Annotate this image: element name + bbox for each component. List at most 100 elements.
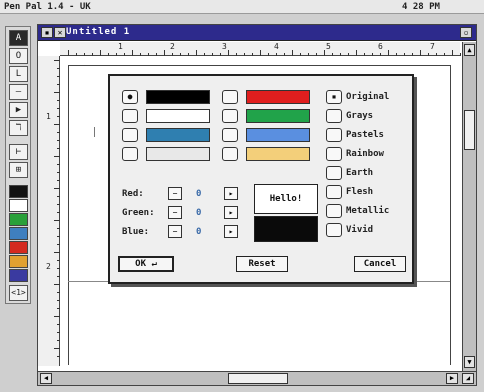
text-preview: Hello! bbox=[254, 184, 318, 214]
vertical-scrollbar[interactable]: ▲ ▼ bbox=[462, 42, 476, 372]
palette-option-radio-rainbow[interactable] bbox=[326, 147, 342, 161]
scroll-up-icon[interactable]: ▲ bbox=[464, 44, 475, 56]
color-swatch[interactable] bbox=[146, 128, 210, 142]
palette-option-radio-pastels[interactable] bbox=[326, 128, 342, 142]
ruler-tick bbox=[57, 236, 60, 237]
palette-color-green[interactable] bbox=[9, 213, 28, 226]
ruler-number: 2 bbox=[46, 262, 51, 271]
ruler-tick bbox=[164, 50, 165, 56]
palette-option-label: Pastels bbox=[346, 130, 384, 140]
ruler-tick bbox=[54, 316, 60, 317]
resize-icon[interactable]: ◢ bbox=[462, 373, 474, 384]
rule-tool[interactable]: — bbox=[9, 84, 28, 100]
page-number-indicator[interactable]: <1> bbox=[9, 285, 28, 301]
color-select-checkbox[interactable] bbox=[122, 128, 138, 142]
color-swatch[interactable] bbox=[146, 90, 210, 104]
palette-option-radio-vivid[interactable] bbox=[326, 223, 342, 237]
palette-option-radio-metallic[interactable] bbox=[326, 204, 342, 218]
line-tool[interactable]: L bbox=[9, 66, 28, 82]
ruler-tick bbox=[57, 84, 60, 85]
ruler-tick bbox=[57, 116, 60, 117]
green-increase-button[interactable]: ▸ bbox=[224, 206, 238, 219]
grid-tool[interactable]: ⊞ bbox=[9, 162, 28, 178]
palette-color-orange[interactable] bbox=[9, 255, 28, 268]
ruler-tick bbox=[308, 53, 309, 56]
scroll-down-icon[interactable]: ▼ bbox=[464, 356, 475, 368]
ruler-tick bbox=[92, 53, 93, 56]
ruler-tick bbox=[57, 332, 60, 333]
palette-color-indigo[interactable] bbox=[9, 269, 28, 282]
ruler-tick bbox=[340, 53, 341, 56]
ruler-tick bbox=[54, 348, 60, 349]
color-select-checkbox[interactable]: ● bbox=[122, 90, 138, 104]
ruler-tick bbox=[68, 50, 69, 56]
color-swatch[interactable] bbox=[246, 90, 310, 104]
palette-option-radio-original[interactable]: ▪ bbox=[326, 90, 342, 104]
scroll-left-icon[interactable]: ◀ bbox=[40, 373, 52, 384]
ruler-tick bbox=[244, 53, 245, 56]
frame-tool[interactable]: ℸ bbox=[9, 120, 28, 136]
palette-color-red[interactable] bbox=[9, 241, 28, 254]
color-swatch[interactable] bbox=[246, 147, 310, 161]
palette-color-black[interactable] bbox=[9, 185, 28, 198]
color-select-checkbox[interactable] bbox=[222, 90, 238, 104]
ruler-tick bbox=[76, 53, 77, 56]
horizontal-scroll-thumb[interactable] bbox=[228, 373, 288, 384]
palette-color-white[interactable] bbox=[9, 199, 28, 212]
blue-decrease-button[interactable]: − bbox=[168, 225, 182, 238]
palette-option-radio-flesh[interactable] bbox=[326, 185, 342, 199]
back-icon[interactable]: ▪ bbox=[41, 27, 53, 38]
color-select-checkbox[interactable] bbox=[222, 147, 238, 161]
ruler-tick bbox=[54, 220, 60, 221]
close-icon[interactable]: ✕ bbox=[54, 27, 66, 38]
ruler-tick bbox=[156, 53, 157, 56]
palette-option-label: Flesh bbox=[346, 187, 374, 197]
red-value: 0 bbox=[196, 189, 202, 199]
color-select-checkbox[interactable] bbox=[222, 109, 238, 123]
cancel-button[interactable]: Cancel bbox=[354, 256, 406, 272]
ruler-tick bbox=[420, 50, 421, 56]
title-bar[interactable]: ▪ ✕ Untitled 1 ▫ bbox=[38, 25, 476, 41]
palette-option-radio-earth[interactable] bbox=[326, 166, 342, 180]
oval-tool[interactable]: O bbox=[9, 48, 28, 64]
horizontal-scrollbar[interactable]: ◀ ▶ ◢ bbox=[38, 371, 476, 385]
color-swatch[interactable] bbox=[246, 109, 310, 123]
blue-increase-button[interactable]: ▸ bbox=[224, 225, 238, 238]
app-title: Pen Pal 1.4 - UK bbox=[4, 2, 91, 12]
ruler-number: 7 bbox=[430, 42, 435, 51]
ruler-tick bbox=[212, 53, 213, 56]
reset-button[interactable]: Reset bbox=[236, 256, 288, 272]
ruler-tick bbox=[54, 156, 60, 157]
red-decrease-button[interactable]: − bbox=[168, 187, 182, 200]
blue-value: 0 bbox=[196, 227, 202, 237]
ok-button[interactable]: OK ↵ bbox=[118, 256, 174, 272]
color-swatch[interactable] bbox=[146, 147, 210, 161]
color-swatch[interactable] bbox=[246, 128, 310, 142]
green-value: 0 bbox=[196, 208, 202, 218]
ruler-tick bbox=[236, 53, 237, 56]
vertical-scroll-thumb[interactable] bbox=[464, 110, 475, 150]
ruler-number: 4 bbox=[274, 42, 279, 51]
margin-guide bbox=[450, 65, 451, 365]
ruler-tick bbox=[57, 164, 60, 165]
text-tool[interactable]: A bbox=[9, 30, 28, 46]
toggle-size-icon[interactable]: ▫ bbox=[460, 27, 472, 38]
ruler-tick bbox=[300, 53, 301, 56]
ruler-tick bbox=[380, 53, 381, 56]
color-swatch[interactable] bbox=[146, 109, 210, 123]
color-select-checkbox[interactable] bbox=[222, 128, 238, 142]
scroll-right-icon[interactable]: ▶ bbox=[446, 373, 458, 384]
red-increase-button[interactable]: ▸ bbox=[224, 187, 238, 200]
color-select-checkbox[interactable] bbox=[122, 109, 138, 123]
palette-option-radio-grays[interactable] bbox=[326, 109, 342, 123]
ruler-tick bbox=[57, 196, 60, 197]
green-decrease-button[interactable]: − bbox=[168, 206, 182, 219]
select-tool[interactable]: ▶ bbox=[9, 102, 28, 118]
palette-option-label: Vivid bbox=[346, 225, 374, 235]
indent-tool[interactable]: ⊢ bbox=[9, 144, 28, 160]
ruler-tick bbox=[444, 53, 445, 56]
color-select-checkbox[interactable] bbox=[122, 147, 138, 161]
ruler-tick bbox=[268, 53, 269, 56]
palette-color-blue[interactable] bbox=[9, 227, 28, 240]
ruler-tick bbox=[412, 53, 413, 56]
